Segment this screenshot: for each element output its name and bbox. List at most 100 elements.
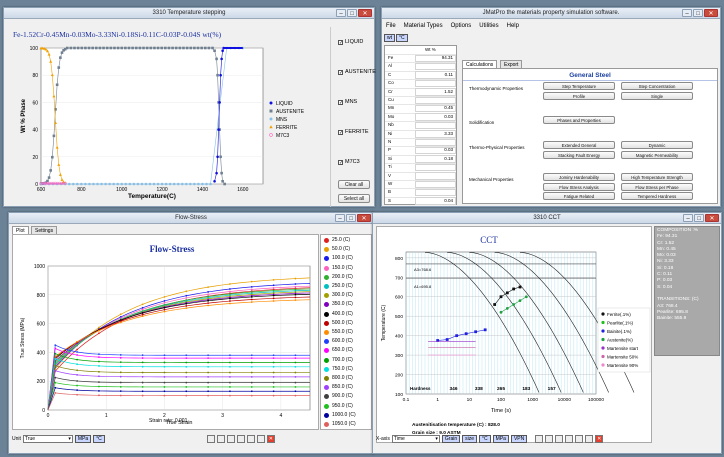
size-button[interactable]: size — [462, 434, 478, 443]
element-input[interactable] — [415, 96, 456, 104]
phase-checkbox-ferrite[interactable]: ✓ FERRITE — [338, 129, 369, 135]
checkbox-box[interactable]: ✓ — [338, 69, 343, 75]
copy-icon[interactable] — [555, 434, 564, 443]
celsius-toggle[interactable]: °C — [479, 434, 491, 443]
chart-icon[interactable] — [246, 434, 255, 443]
grain-button[interactable]: Grain — [441, 434, 461, 443]
calc-button[interactable]: Tempered Hardness — [621, 192, 693, 200]
flow-point — [229, 300, 231, 302]
maximize-button[interactable]: □ — [694, 214, 704, 222]
element-input[interactable] — [415, 138, 456, 146]
maximize-button[interactable]: □ — [347, 9, 357, 17]
settings-icon[interactable] — [256, 434, 265, 443]
mpa-toggle[interactable]: MPa — [74, 434, 92, 443]
calc-button[interactable]: High Temperature Strength — [621, 173, 693, 181]
close-button[interactable]: ✕ — [357, 214, 371, 222]
element-input[interactable] — [415, 163, 456, 172]
x-axis-select[interactable]: Time ▾ — [391, 434, 440, 443]
select-all-button[interactable]: Select all — [338, 194, 370, 203]
close-icon[interactable]: ✕ — [595, 434, 604, 443]
element-input[interactable] — [415, 62, 456, 71]
element-input[interactable] — [415, 188, 456, 197]
liquid-point — [136, 182, 140, 186]
legend-label: 950.0 (C) — [332, 402, 353, 409]
print-icon[interactable] — [535, 434, 544, 443]
flow-point — [272, 365, 275, 368]
element-input[interactable] — [415, 180, 456, 188]
tab-settings[interactable]: Settings — [31, 226, 58, 234]
calc-button[interactable]: Profile — [543, 91, 615, 100]
calc-button[interactable]: Phases and Properties — [543, 116, 615, 124]
menu-help[interactable]: Help — [507, 23, 519, 29]
element-input[interactable] — [415, 121, 456, 130]
table-header: Wt % — [425, 47, 436, 52]
flow-point — [141, 386, 144, 388]
legend-marker — [324, 330, 329, 335]
settings-icon[interactable] — [585, 434, 594, 443]
close-icon[interactable]: ✕ — [266, 434, 275, 443]
chart-icon[interactable] — [575, 434, 584, 443]
clear-all-button[interactable]: Clear all — [338, 180, 370, 189]
wt-toggle[interactable]: wt — [384, 34, 395, 42]
unit-select[interactable]: True ▾ — [22, 434, 73, 443]
menu-file[interactable]: File — [386, 23, 396, 29]
menu-material-types[interactable]: Material Types — [404, 23, 443, 29]
calc-button[interactable]: Step Concentration — [621, 82, 693, 90]
tab-plot[interactable]: Plot — [12, 226, 29, 234]
checkbox-box[interactable]: ✓ — [338, 129, 343, 135]
maximize-button[interactable]: □ — [346, 214, 356, 222]
tab-calculations[interactable]: Calculations — [462, 60, 498, 68]
calc-button[interactable]: Single — [621, 91, 693, 100]
calc-button[interactable]: Dynamic — [621, 141, 693, 149]
zoom-icon[interactable] — [216, 434, 225, 443]
minimize-button[interactable]: – — [336, 9, 346, 17]
phase-checkbox-liquid[interactable]: ✓ LIQUID — [338, 39, 363, 45]
phase-checkbox-austenite[interactable]: ✓ AUSTENITE — [338, 69, 376, 75]
checkbox-box[interactable]: ✓ — [338, 99, 343, 105]
zoom-icon[interactable] — [545, 434, 554, 443]
close-button[interactable]: ✕ — [704, 9, 718, 17]
liquid-transition-point — [219, 73, 222, 77]
phase-checkbox-m7c3[interactable]: ✓ M7C3 — [338, 159, 360, 165]
save-icon[interactable] — [236, 434, 245, 443]
calc-button[interactable]: Flow Stress Analysis — [543, 182, 615, 191]
calc-button[interactable]: Fatigue Related — [543, 192, 615, 200]
liquid-point — [197, 182, 200, 186]
close-button[interactable]: ✕ — [358, 9, 372, 17]
maximize-button[interactable]: □ — [693, 9, 703, 17]
flow-point — [207, 375, 210, 378]
celsius-toggle[interactable]: °C — [396, 34, 408, 42]
austenite-point — [120, 46, 124, 50]
checkbox-box[interactable]: ✓ — [338, 159, 343, 165]
menu-options[interactable]: Options — [451, 23, 472, 29]
save-icon[interactable] — [565, 434, 574, 443]
element-input[interactable] — [415, 172, 456, 180]
minimize-button[interactable]: – — [682, 9, 692, 17]
flow-stress-chart: Flow-Stress True Stress (MPa) True Strai… — [20, 244, 311, 426]
menu-utilities[interactable]: Utilities — [479, 23, 498, 29]
tab-export[interactable]: Export — [500, 60, 523, 68]
calc-button[interactable]: Step Temperature — [543, 82, 615, 90]
element-input[interactable] — [415, 79, 456, 88]
minimize-button[interactable]: – — [683, 214, 693, 222]
mpa-toggle[interactable]: MPa — [492, 434, 509, 443]
checkbox-box[interactable]: ✓ — [338, 39, 343, 45]
copy-icon[interactable] — [226, 434, 235, 443]
austenite-point — [167, 46, 171, 50]
calc-button[interactable]: Jominy Hardenability — [543, 173, 615, 181]
section-label: Solidification — [469, 120, 495, 125]
minimize-button[interactable]: – — [335, 214, 345, 222]
phase-checkbox-mns[interactable]: ✓ MNS — [338, 99, 357, 105]
close-button[interactable]: ✕ — [705, 214, 719, 222]
calc-button[interactable]: Extended General — [543, 141, 615, 149]
chart-title: Flow-Stress — [150, 244, 195, 254]
vpn-toggle[interactable]: VPN — [510, 434, 528, 443]
celsius-toggle[interactable]: °C — [93, 434, 105, 443]
x-tick-label: 10 — [467, 397, 473, 403]
calc-button[interactable]: Stacking Fault Energy — [543, 150, 615, 159]
flow-point — [272, 284, 275, 287]
calc-button[interactable]: Flow Stress per Phase — [621, 182, 693, 191]
legend-marker — [324, 422, 329, 427]
calc-button[interactable]: Magnetic Permeability — [621, 150, 693, 159]
print-icon[interactable] — [206, 434, 215, 443]
